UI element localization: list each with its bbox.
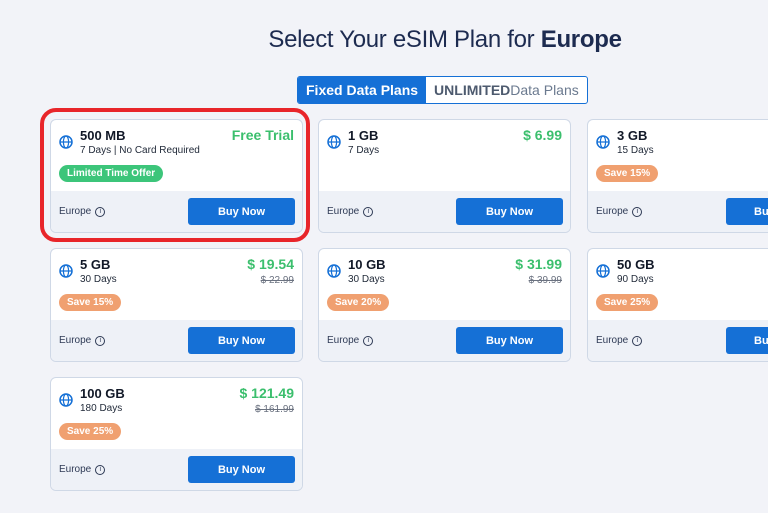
plan-old-price: $ 39.99 [528, 275, 562, 286]
save-badge: Save 25% [59, 423, 122, 440]
buy-now-button[interactable]: Buy Now [188, 327, 295, 354]
info-icon[interactable]: i [632, 206, 643, 217]
buy-now-button[interactable]: Bu [726, 327, 768, 354]
plan-region: Europe i [59, 335, 106, 346]
save-badge: Save 15% [59, 294, 122, 311]
plan-duration: 7 Days [348, 145, 380, 156]
tab-unlimited-rest: Data Plans [510, 82, 579, 98]
title-prefix: Select Your eSIM Plan for [268, 26, 541, 53]
plan-region-label: Europe [59, 464, 92, 475]
plan-region: Europe i [596, 335, 643, 346]
plan-duration: 15 Days [617, 145, 654, 156]
plan-duration: 7 Days | No Card Required [80, 145, 200, 156]
plan-card: 3 GB 15 Days Save 15% Europe i Bu [587, 119, 768, 233]
plan-region: Europe i [59, 464, 106, 475]
page-title: Select Your eSIM Plan for Europe [0, 26, 768, 54]
info-icon[interactable]: i [363, 335, 374, 346]
globe-icon [59, 135, 73, 149]
globe-icon [59, 393, 73, 407]
globe-icon [327, 135, 341, 149]
plan-duration: 180 Days [80, 403, 123, 414]
plan-duration: 30 Days [80, 274, 117, 285]
globe-icon [59, 264, 73, 278]
globe-icon [596, 135, 610, 149]
buy-now-button[interactable]: Buy Now [188, 198, 295, 225]
tab-fixed-data-plans[interactable]: Fixed Data Plans [298, 77, 427, 103]
plan-duration: 30 Days [348, 274, 385, 285]
plan-region-label: Europe [596, 206, 629, 217]
plan-card: 1 GB 7 Days $ 6.99 Europe i Buy Now [318, 119, 571, 233]
plan-data-amount: 1 GB [348, 128, 379, 143]
info-icon[interactable]: i [95, 335, 106, 346]
title-region: Europe [540, 26, 622, 53]
globe-icon [327, 264, 341, 278]
info-icon[interactable]: i [632, 335, 643, 346]
plan-region-label: Europe [327, 335, 360, 346]
buy-now-button[interactable]: Buy Now [188, 456, 295, 483]
plan-region-label: Europe [327, 206, 360, 217]
plan-card: 100 GB 180 Days $ 121.49 $ 161.99 Save 2… [50, 377, 303, 491]
plan-region-label: Europe [59, 206, 92, 217]
globe-icon [596, 264, 610, 278]
buy-now-button[interactable]: Bu [726, 198, 768, 225]
tab-unlimited-strong: UNLIMITED [434, 82, 511, 98]
plan-price: $ 19.54 [247, 256, 294, 272]
plan-price: Free Trial [231, 127, 294, 143]
buy-now-button[interactable]: Buy Now [456, 198, 563, 225]
plan-data-amount: 5 GB [80, 257, 111, 272]
plan-old-price: $ 22.99 [260, 275, 294, 286]
plan-price: $ 121.49 [239, 385, 295, 401]
plan-type-tabs: Fixed Data Plans UNLIMITED Data Plans [297, 76, 588, 104]
plan-region: Europe i [596, 206, 643, 217]
tab-unlimited-data-plans[interactable]: UNLIMITED Data Plans [426, 77, 587, 103]
plan-card: 500 MB 7 Days | No Card Required Free Tr… [50, 119, 303, 233]
plan-data-amount: 100 GB [80, 386, 125, 401]
plan-region-label: Europe [596, 335, 629, 346]
offer-badge: Limited Time Offer [59, 165, 164, 182]
plan-data-amount: 50 GB [617, 257, 655, 272]
info-icon[interactable]: i [363, 206, 374, 217]
plan-data-amount: 3 GB [617, 128, 648, 143]
plan-card: 5 GB 30 Days $ 19.54 $ 22.99 Save 15% Eu… [50, 248, 303, 362]
save-badge: Save 20% [327, 294, 390, 311]
info-icon[interactable]: i [95, 464, 106, 475]
buy-now-button[interactable]: Buy Now [456, 327, 563, 354]
plan-card: 50 GB 90 Days Save 25% Europe i Bu [587, 248, 768, 362]
plan-region: Europe i [327, 206, 374, 217]
plan-data-amount: 10 GB [348, 257, 386, 272]
plan-region-label: Europe [59, 335, 92, 346]
plan-data-amount: 500 MB [80, 128, 126, 143]
info-icon[interactable]: i [95, 206, 106, 217]
plan-card: 10 GB 30 Days $ 31.99 $ 39.99 Save 20% E… [318, 248, 571, 362]
plan-old-price: $ 161.99 [255, 404, 294, 415]
plan-price: $ 6.99 [523, 127, 562, 143]
save-badge: Save 25% [596, 294, 659, 311]
plan-duration: 90 Days [617, 274, 654, 285]
plan-price: $ 31.99 [515, 256, 562, 272]
save-badge: Save 15% [596, 165, 659, 182]
plan-region: Europe i [59, 206, 106, 217]
plan-region: Europe i [327, 335, 374, 346]
